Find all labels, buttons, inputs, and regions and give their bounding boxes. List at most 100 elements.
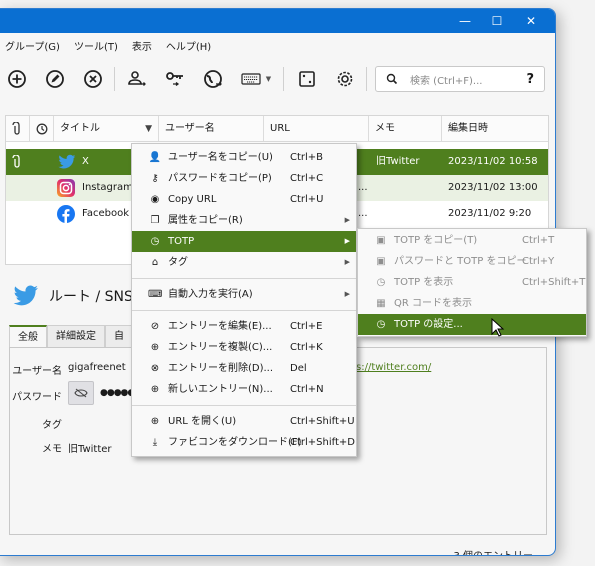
paperclip-icon <box>12 155 20 168</box>
download-icon: ⤓ <box>152 437 158 448</box>
memo-value: 旧Twitter <box>68 444 112 455</box>
clipboard-clock-icon: ▣ <box>376 256 386 267</box>
tab-general[interactable]: 全般 <box>9 325 47 347</box>
clock-icon: ◷ <box>376 277 386 288</box>
x-circle-icon <box>84 70 102 88</box>
url-column-header[interactable]: URL <box>264 116 369 142</box>
add-entry-button[interactable] <box>5 67 29 91</box>
keyboard-icon: ⌨ <box>148 289 163 300</box>
key-icon: ⚷ <box>151 173 159 184</box>
copy-username-button[interactable] <box>125 67 149 91</box>
url-link[interactable]: s://twitter.com/ <box>356 362 431 373</box>
delete-entry-button[interactable] <box>81 67 105 91</box>
globe-icon <box>204 70 222 88</box>
mouse-cursor-icon <box>491 318 505 337</box>
edit-icon: ⊘ <box>150 321 160 332</box>
dropdown-arrow-icon: ▼ <box>265 75 272 83</box>
entry-title: Facebook <box>82 208 129 219</box>
modified-header-label: 編集日時 <box>448 123 488 134</box>
totp-submenu: ▣ TOTP をコピー(T) Ctrl+T ▣ パスワードと TOTP をコピー Ctr… <box>357 228 587 337</box>
open-url-button[interactable] <box>201 67 225 91</box>
attachment-column-header[interactable] <box>6 116 30 142</box>
tag-icon: ⌂ <box>151 257 159 268</box>
submenu-arrow-icon: ▶ <box>344 258 350 266</box>
title-bar: — ☐ ✕ <box>0 9 555 33</box>
menu-item-download-favicon[interactable]: ⤓ ファビコンをダウンロード(F) Ctrl+Shift+D <box>132 432 356 453</box>
password-generator-button[interactable] <box>295 67 319 91</box>
copy-password-button[interactable] <box>163 67 187 91</box>
memo-label: メモ <box>42 444 62 455</box>
menu-item-totp-settings[interactable]: ◷ TOTP の設定... <box>358 314 586 335</box>
entry-url: ... <box>358 182 368 193</box>
menu-item-totp[interactable]: ◷ TOTP ▶ <box>132 231 356 252</box>
menu-item-copy-password-totp[interactable]: ▣ パスワードと TOTP をコピー Ctrl+Y <box>358 251 586 272</box>
clock-icon <box>36 123 48 135</box>
qr-code-icon: ▦ <box>376 298 386 309</box>
eye-slash-icon <box>74 388 88 398</box>
attachment-cell <box>12 149 22 175</box>
toolbar-separator <box>366 67 367 91</box>
menu-help[interactable]: ヘルプ(H) <box>166 38 211 53</box>
delete-icon: ⊗ <box>150 363 160 374</box>
menu-item-tags[interactable]: ⌂ タグ ▶ <box>132 252 356 273</box>
search-placeholder: 検索 (Ctrl+F)... <box>410 75 483 87</box>
sort-desc-icon: ▼ <box>145 124 152 134</box>
memo-header-label: メモ <box>375 123 395 134</box>
status-bar: 3 個のエントリー <box>453 547 533 555</box>
tab-advanced[interactable]: 詳細設定 <box>47 325 105 347</box>
menu-item-copy-totp[interactable]: ▣ TOTP をコピー(T) Ctrl+T <box>358 230 586 251</box>
menu-item-edit-entry[interactable]: ⊘ エントリーを編集(E)... Ctrl+E <box>132 316 356 337</box>
settings-button[interactable] <box>333 67 357 91</box>
menu-item-delete-entry[interactable]: ⊗ エントリーを削除(D)... Del <box>132 358 356 379</box>
username-column-header[interactable]: ユーザー名 <box>159 116 264 142</box>
memo-column-header[interactable]: メモ <box>369 116 442 142</box>
totp-column-header[interactable] <box>30 116 54 142</box>
menu-item-copy-url[interactable]: ◉ Copy URL Ctrl+U <box>132 189 356 210</box>
menu-group[interactable]: グループ(G) <box>5 38 60 53</box>
gear-icon <box>337 71 353 87</box>
toggle-password-visibility-button[interactable] <box>68 381 94 405</box>
globe-icon: ⊕ <box>150 416 160 427</box>
url-header-label: URL <box>270 123 290 134</box>
close-button[interactable]: ✕ <box>511 9 551 33</box>
menu-separator <box>132 405 356 406</box>
entry-modified: 2023/11/02 13:00 <box>448 182 538 193</box>
menu-view[interactable]: 表示 <box>132 38 152 53</box>
username-header-label: ユーザー名 <box>165 123 215 134</box>
search-help-button[interactable]: ? <box>526 72 534 87</box>
menu-item-copy-username[interactable]: 👤 ユーザー名をコピー(U) Ctrl+B <box>132 147 356 168</box>
menu-item-autotype[interactable]: ⌨ 自動入力を実行(A) ▶ <box>132 284 356 305</box>
entry-title: X <box>82 156 89 167</box>
toolbar-separator <box>283 67 284 91</box>
menu-item-new-entry[interactable]: ⊕ 新しいエントリー(N)... Ctrl+N <box>132 379 356 400</box>
menu-item-copy-password[interactable]: ⚷ パスワードをコピー(P) Ctrl+C <box>132 168 356 189</box>
clock-settings-icon: ◷ <box>376 319 386 330</box>
title-column-header[interactable]: タイトル ▼ <box>54 116 159 142</box>
modified-column-header[interactable]: 編集日時 <box>442 116 550 142</box>
clock-icon: ◷ <box>150 236 160 247</box>
menu-item-copy-attribute[interactable]: ❐ 属性をコピー(R) ▶ <box>132 210 356 231</box>
plus-circle-icon <box>8 70 26 88</box>
menu-item-show-totp[interactable]: ◷ TOTP を表示 Ctrl+Shift+T <box>358 272 586 293</box>
facebook-icon <box>57 201 75 227</box>
pencil-circle-icon <box>46 70 64 88</box>
key-copy-icon <box>166 72 183 87</box>
tab-autotype[interactable]: 自 <box>105 325 133 347</box>
twitter-icon <box>13 285 38 306</box>
clone-icon: ⊕ <box>150 342 160 353</box>
search-input[interactable]: 検索 (Ctrl+F)... ? <box>375 66 545 92</box>
dice-icon <box>299 71 315 87</box>
clipboard-clock-icon: ▣ <box>376 235 386 246</box>
tags-label: タグ <box>42 420 62 431</box>
menu-tools[interactable]: ツール(T) <box>74 38 118 53</box>
table-header: タイトル ▼ ユーザー名 URL メモ 編集日時 <box>6 116 548 142</box>
user-copy-icon: 👤 <box>148 152 162 163</box>
edit-entry-button[interactable] <box>43 67 67 91</box>
menu-item-clone-entry[interactable]: ⊕ エントリーを複製(C)... Ctrl+K <box>132 337 356 358</box>
menu-item-show-qr-code[interactable]: ▦ QR コードを表示 <box>358 293 586 314</box>
autotype-button[interactable]: ▼ <box>237 67 275 91</box>
username-label: ユーザー名 <box>12 366 62 377</box>
keyboard-icon <box>241 73 261 85</box>
menu-item-open-url[interactable]: ⊕ URL を開く(U) Ctrl+Shift+U <box>132 411 356 432</box>
entry-modified: 2023/11/02 10:58 <box>448 156 538 167</box>
